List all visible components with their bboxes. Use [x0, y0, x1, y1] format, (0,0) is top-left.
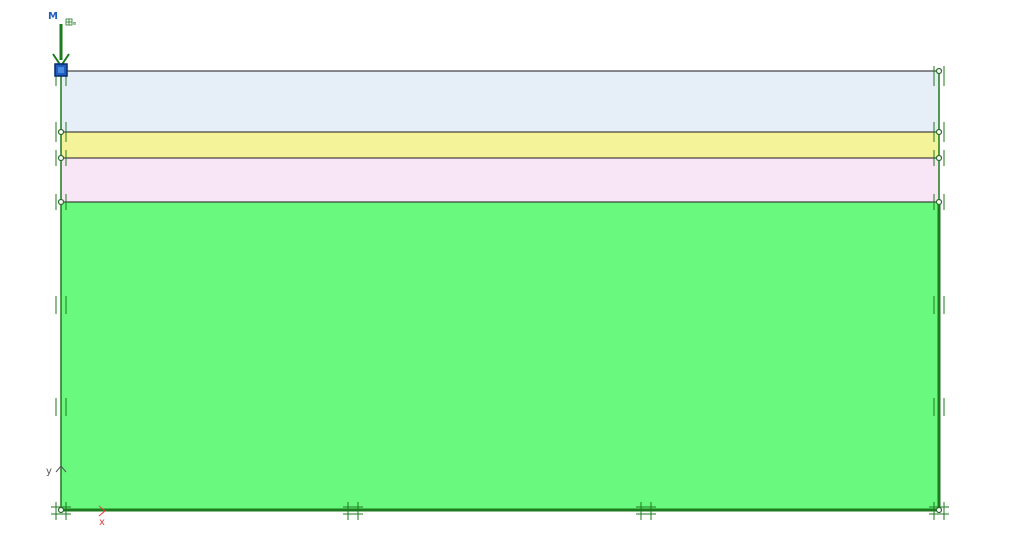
soil-layer-1[interactable] [60, 70, 940, 133]
load-anchor-inner [58, 67, 64, 73]
load-symbol-label: M [48, 11, 58, 22]
geometry-point[interactable] [57, 506, 65, 514]
geometry-point[interactable] [57, 128, 65, 136]
x-axis-label: x [99, 517, 105, 528]
y-axis-label: y [46, 466, 52, 477]
geometry-point[interactable] [935, 198, 943, 206]
geometry-canvas[interactable]: M m y x [0, 0, 1024, 547]
load-side-label: m [73, 21, 76, 27]
geometry-point[interactable] [57, 154, 65, 162]
soil-layer-4[interactable] [60, 201, 940, 512]
geometry-point[interactable] [57, 198, 65, 206]
point-load[interactable]: M m [48, 11, 76, 77]
soil-layer-3[interactable] [60, 157, 940, 203]
geometry-point[interactable] [935, 67, 943, 75]
geometry-point[interactable] [935, 154, 943, 162]
geometry-point[interactable] [935, 506, 943, 514]
geometry-point[interactable] [935, 128, 943, 136]
soil-stratigraphy [60, 70, 940, 512]
soil-layer-2[interactable] [60, 131, 940, 159]
prescribed-displacement-icon [65, 18, 73, 26]
